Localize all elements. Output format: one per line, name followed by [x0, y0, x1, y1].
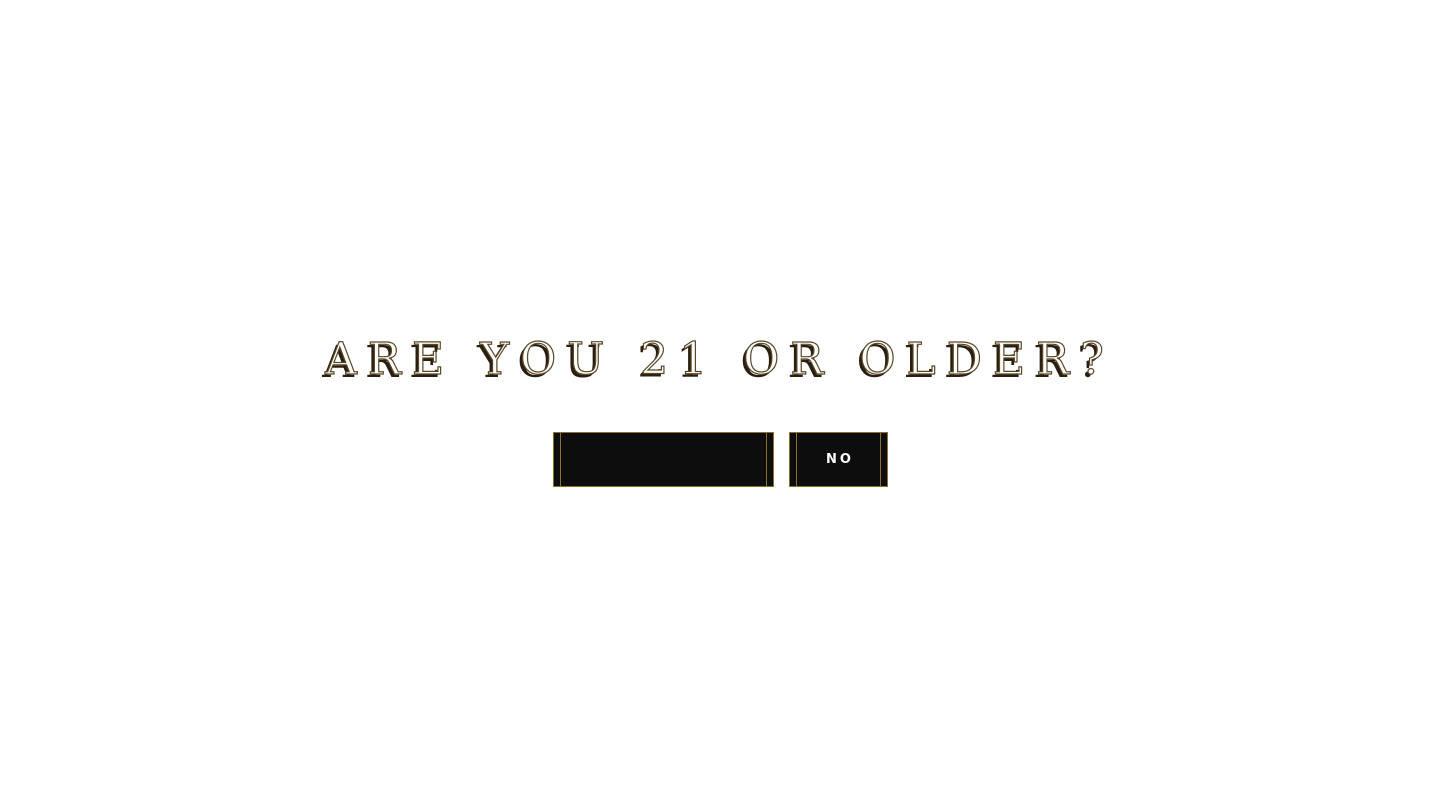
yes-button-label	[554, 433, 773, 486]
age-gate-question: ARE YOU 21 OR OLDER?	[325, 333, 1115, 385]
no-button-label: NO	[826, 452, 854, 467]
yes-button[interactable]	[553, 432, 774, 487]
age-gate-screen: ARE YOU 21 OR OLDER? NO	[0, 0, 1440, 810]
no-button[interactable]: NO	[789, 432, 888, 487]
